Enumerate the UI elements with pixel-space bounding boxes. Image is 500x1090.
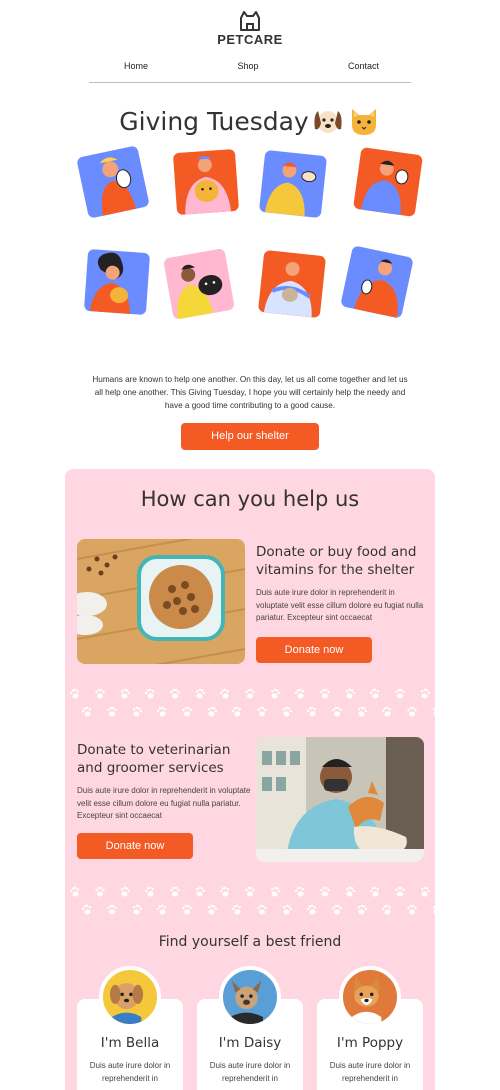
help-shelter-button[interactable]: Help our shelter — [181, 423, 319, 450]
bella-text: Duis aute irure dolor in reprehenderit i… — [89, 1061, 171, 1083]
friends-title: Find yourself a best friend — [158, 934, 342, 950]
daisy-text: Duis aute irure dolor in reprehenderit i… — [209, 1061, 291, 1083]
illustration-person-with-bird — [352, 146, 424, 218]
donate-food-text: Duis aute irure dolor in reprehenderit i… — [256, 588, 424, 622]
donate-vet-button[interactable]: Donate now — [77, 832, 193, 859]
help-section-title: How can you help us — [140, 487, 360, 511]
illustration-person-with-sloth — [257, 249, 327, 319]
dog-face-icon — [311, 105, 345, 137]
nav-home-link[interactable]: Home — [124, 61, 148, 71]
daisy-avatar — [219, 966, 281, 1028]
nav-contact-link[interactable]: Contact — [348, 61, 379, 71]
hero-description: Humans are known to help one another. On… — [92, 375, 408, 410]
donate-vet-heading: Donate to veterinarian and groomer servi… — [77, 742, 231, 776]
illustration-grid — [0, 145, 500, 351]
help-section: How can you help us Donate or buy food a… — [65, 469, 435, 1090]
cat-face-icon — [347, 105, 381, 137]
bella-name: I'm Bella — [100, 1035, 160, 1051]
illustration-person-with-puppy — [83, 248, 151, 316]
illustration-person-with-black-cat — [163, 248, 235, 320]
illustration-person-with-rabbit — [76, 145, 150, 219]
petcare-logo-icon[interactable] — [238, 10, 262, 32]
pet-food-bowl-image — [77, 539, 245, 664]
illustration-person-with-hamster — [258, 149, 328, 219]
hero-title: Giving Tuesday — [119, 106, 309, 136]
vet-with-corgi-image — [256, 737, 424, 862]
paw-pattern-divider-2 — [65, 883, 435, 919]
paw-pattern-divider — [65, 685, 435, 721]
bella-avatar — [99, 966, 161, 1028]
nav-divider — [89, 82, 411, 83]
pet-card-poppy[interactable]: I'm Poppy Duis aute irure dolor in repre… — [317, 966, 423, 1090]
pet-card-bella[interactable]: I'm Bella Duis aute irure dolor in repre… — [77, 966, 183, 1090]
donate-food-block: Donate or buy food and vitamins for the … — [256, 543, 426, 663]
donate-food-heading: Donate or buy food and vitamins for the … — [256, 544, 417, 578]
nav-shop-link[interactable]: Shop — [237, 61, 258, 71]
donate-vet-text: Duis aute irure dolor in reprehenderit i… — [77, 786, 251, 820]
pet-card-daisy[interactable]: I'm Daisy Duis aute irure dolor in repre… — [197, 966, 303, 1090]
header: PETCARE Home Shop Contact — [0, 0, 500, 83]
poppy-name: I'm Poppy — [336, 1035, 404, 1051]
donate-vet-block: Donate to veterinarian and groomer servi… — [77, 741, 252, 859]
poppy-text: Duis aute irure dolor in reprehenderit i… — [329, 1061, 411, 1083]
daisy-name: I'm Daisy — [218, 1035, 282, 1051]
illustration-person-with-cat — [172, 148, 240, 216]
illustration-person-with-pet — [340, 245, 414, 319]
brand-name[interactable]: PETCARE — [0, 32, 500, 47]
hero-heading: Giving Tuesday — [0, 103, 500, 139]
poppy-avatar — [339, 966, 401, 1028]
main-nav: Home Shop Contact — [89, 61, 411, 71]
donate-food-button[interactable]: Donate now — [256, 636, 372, 663]
